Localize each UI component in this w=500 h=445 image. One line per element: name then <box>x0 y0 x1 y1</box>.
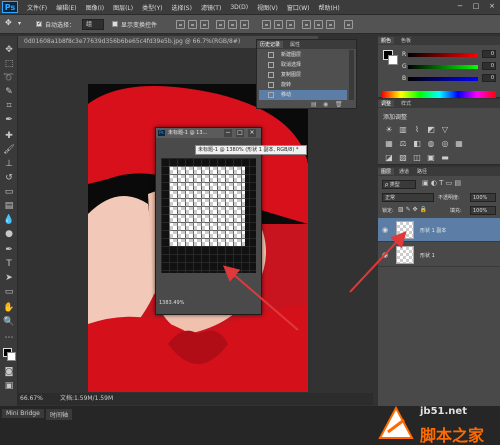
watermark-url: jb51.net <box>420 406 467 417</box>
arrow-to-layer <box>349 231 407 293</box>
annotation-arrows <box>222 231 407 331</box>
jb51-logo <box>378 405 414 439</box>
watermark-text: 脚本之家 <box>420 426 485 445</box>
arrow-to-canvas <box>222 265 299 331</box>
